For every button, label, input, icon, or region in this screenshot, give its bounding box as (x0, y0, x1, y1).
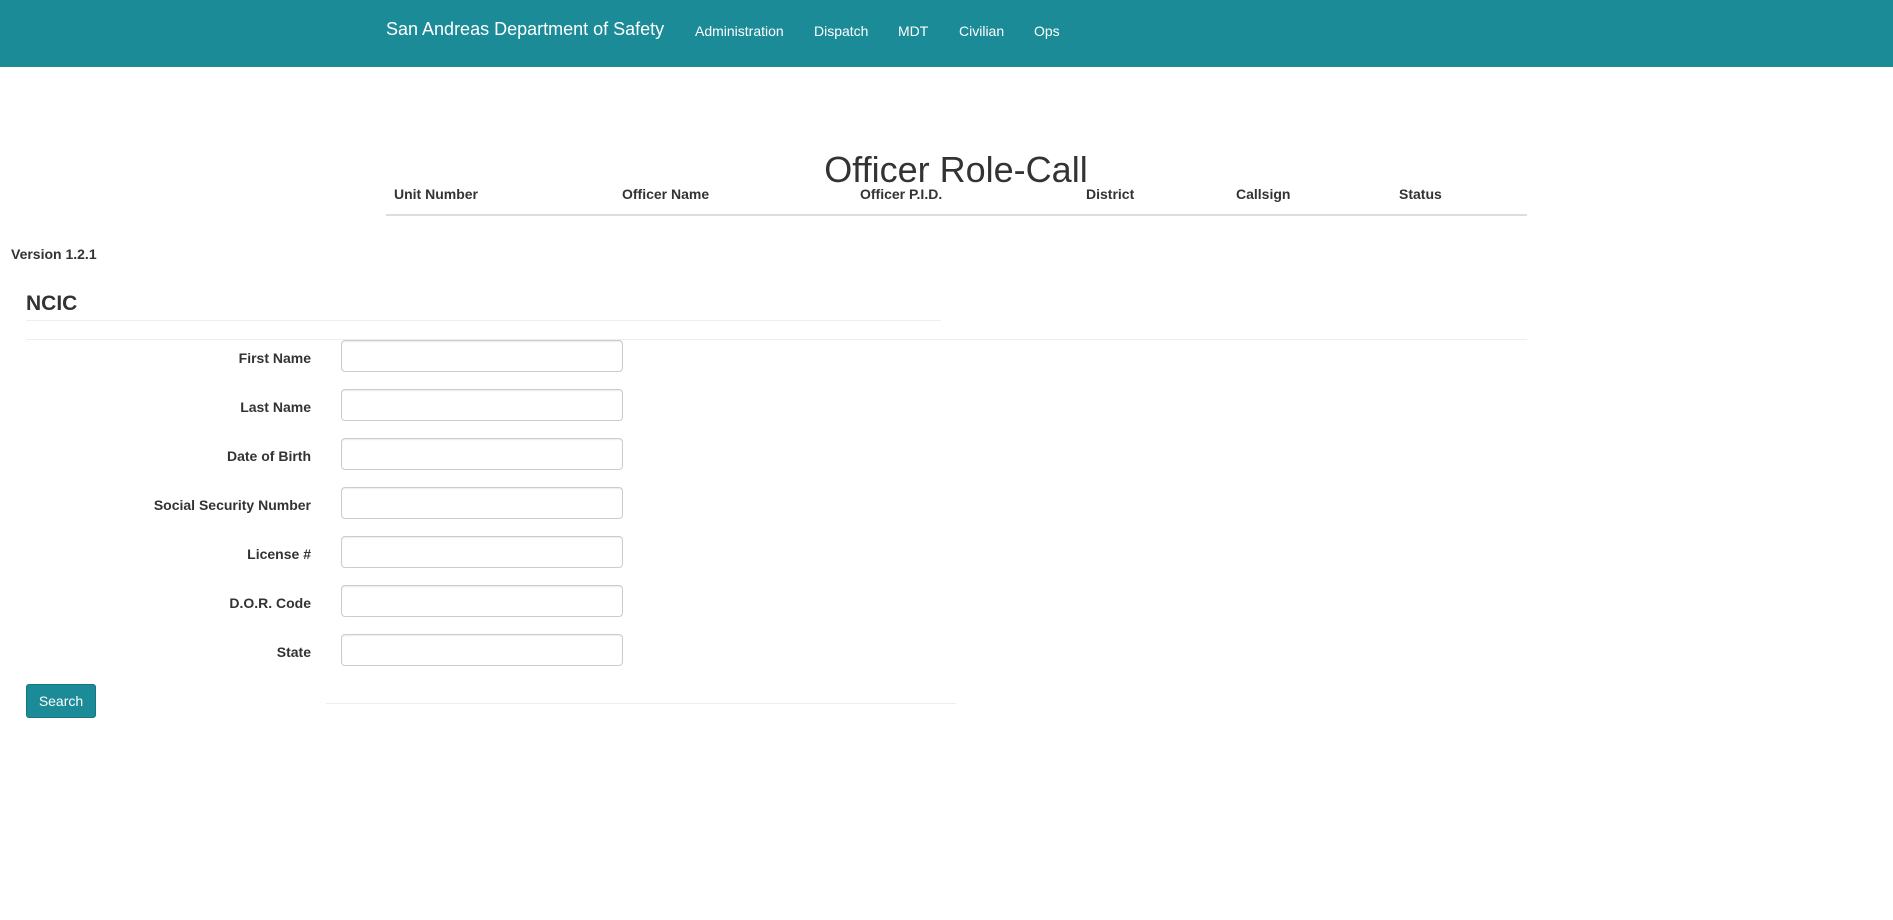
ssn-input[interactable] (341, 487, 623, 519)
state-row: State (0, 634, 700, 669)
nav-ops[interactable]: Ops (1034, 23, 1060, 39)
license-row: License # (0, 536, 700, 571)
dob-row: Date of Birth (0, 438, 700, 473)
last-name-label: Last Name (240, 399, 311, 415)
ssn-label: Social Security Number (153, 497, 311, 513)
nav-administration[interactable]: Administration (695, 23, 784, 39)
roster-table-header: Unit Number Officer Name Officer P.I.D. … (386, 186, 1527, 216)
dor-code-input[interactable] (341, 585, 623, 617)
ssn-row: Social Security Number (0, 487, 700, 522)
last-name-row: Last Name (0, 389, 700, 424)
first-name-input[interactable] (341, 340, 623, 372)
dob-input[interactable] (341, 438, 623, 470)
state-input[interactable] (341, 634, 623, 666)
col-officer-pid: Officer P.I.D. (860, 186, 943, 202)
search-button[interactable]: Search (26, 684, 96, 718)
ncic-divider (26, 320, 941, 321)
top-navbar: San Andreas Department of Safety Adminis… (0, 0, 1893, 67)
col-district: District (1086, 186, 1135, 202)
last-name-input[interactable] (341, 389, 623, 421)
col-unit-number: Unit Number (394, 186, 478, 202)
nav-dispatch[interactable]: Dispatch (814, 23, 868, 39)
dob-label: Date of Birth (227, 448, 311, 464)
license-input[interactable] (341, 536, 623, 568)
col-status: Status (1399, 186, 1442, 202)
nav-civilian[interactable]: Civilian (959, 23, 1004, 39)
first-name-row: First Name (0, 340, 700, 375)
dor-code-label: D.O.R. Code (229, 595, 311, 611)
ncic-title: NCIC (26, 292, 78, 315)
state-label: State (276, 644, 311, 660)
version-label: Version 1.2.1 (11, 246, 97, 262)
col-officer-name: Officer Name (622, 186, 710, 202)
dor-code-row: D.O.R. Code (0, 585, 700, 620)
nav-mdt[interactable]: MDT (898, 23, 928, 39)
col-callsign: Callsign (1236, 186, 1291, 202)
license-label: License # (247, 546, 311, 562)
brand-link[interactable]: San Andreas Department of Safety (386, 19, 664, 40)
first-name-label: First Name (238, 350, 311, 366)
form-footer-divider (326, 703, 956, 704)
